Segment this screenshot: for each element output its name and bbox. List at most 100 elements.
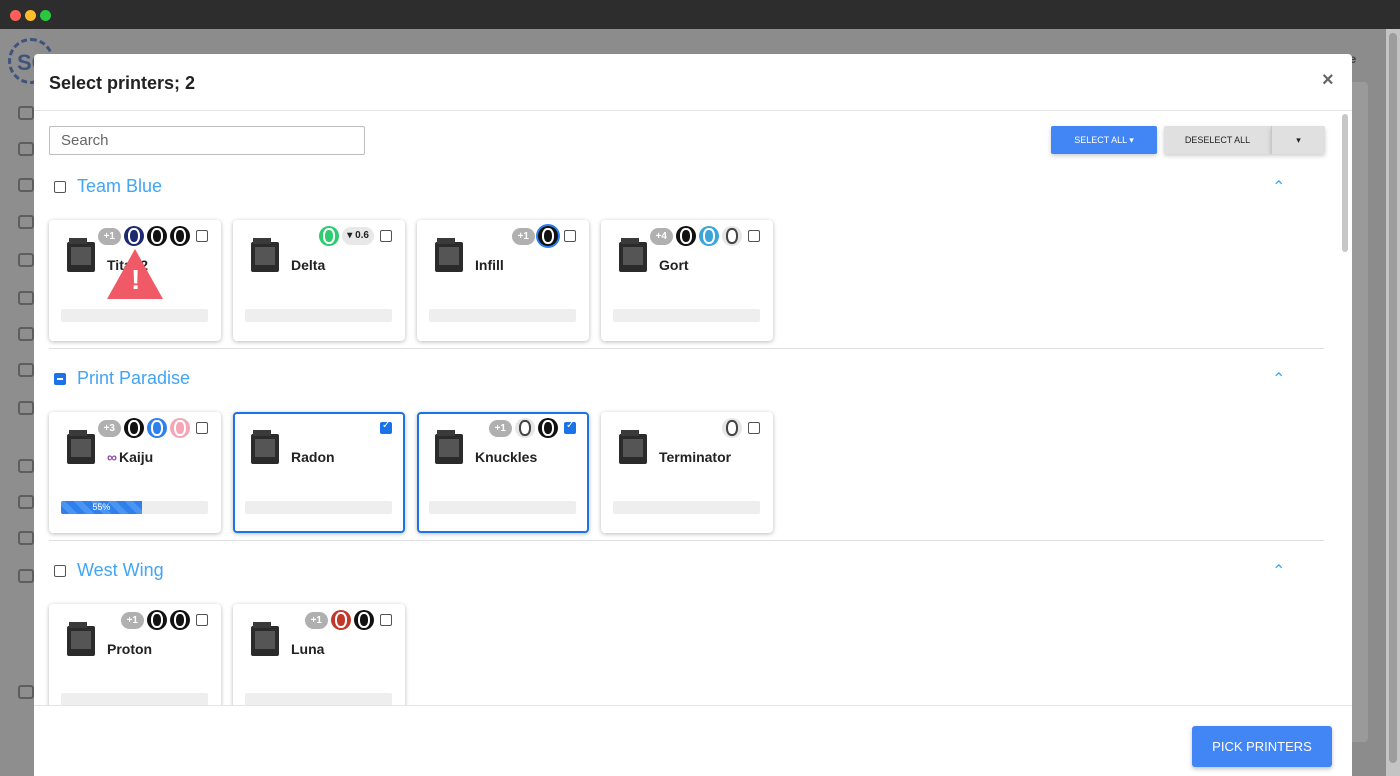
printer-card[interactable]: +1 Infill bbox=[417, 220, 589, 341]
printer-name-text: Radon bbox=[291, 449, 335, 465]
group-checkbox[interactable] bbox=[54, 373, 66, 385]
page-scrollbar-thumb[interactable] bbox=[1389, 33, 1397, 763]
spool-core bbox=[542, 228, 554, 244]
infinity-icon: ∞ bbox=[107, 449, 117, 465]
chevron-up-icon[interactable]: ⌃ bbox=[1272, 177, 1285, 197]
deselect-dropdown-toggle[interactable]: ▾ bbox=[1271, 126, 1325, 154]
printer-checkbox[interactable] bbox=[196, 422, 208, 434]
spool-icon bbox=[124, 418, 144, 438]
sidebar-chart-icon[interactable] bbox=[18, 215, 34, 229]
printer-image bbox=[431, 428, 467, 468]
dialog-footer: PICK PRINTERS bbox=[34, 705, 1352, 776]
spool-icon bbox=[722, 226, 742, 246]
group-header: Team Blue ⌃ bbox=[49, 174, 1319, 202]
printer-card[interactable]: ▾ 0.6 Delta bbox=[233, 220, 405, 341]
printer-image bbox=[63, 428, 99, 468]
sidebar-briefcase-icon[interactable] bbox=[18, 685, 34, 699]
select-all-button[interactable]: SELECT ALL ▾ bbox=[1051, 126, 1157, 154]
sidebar-dashboard-icon[interactable] bbox=[18, 106, 34, 120]
filament-badges: ▾ 0.6 bbox=[319, 226, 374, 246]
chevron-up-icon[interactable]: ⌃ bbox=[1272, 369, 1285, 389]
printer-checkbox[interactable] bbox=[380, 614, 392, 626]
deselect-all-button[interactable]: DESELECT ALL bbox=[1164, 126, 1271, 154]
printer-checkbox[interactable] bbox=[564, 230, 576, 242]
filament-badges: +4 bbox=[649, 226, 742, 246]
filament-badges: +1 bbox=[120, 610, 190, 630]
spool-icon bbox=[538, 418, 558, 438]
printer-card[interactable]: +4 Gort bbox=[601, 220, 773, 341]
spool-core bbox=[542, 420, 554, 436]
progress-bar bbox=[429, 501, 576, 514]
printer-name-text: Proton bbox=[107, 641, 153, 657]
printer-checkbox[interactable] bbox=[380, 230, 392, 242]
printer-name-text: Knuckles bbox=[475, 449, 538, 465]
printer-name-text: Gort bbox=[659, 257, 689, 273]
filament-badges: +1 bbox=[304, 610, 374, 630]
printer-checkbox[interactable] bbox=[748, 422, 760, 434]
extra-spools-badge: +1 bbox=[488, 419, 512, 437]
printer-card[interactable]: +1 Luna bbox=[233, 604, 405, 705]
progress-bar bbox=[61, 309, 208, 322]
printer-image bbox=[615, 236, 651, 276]
sidebar-gears-icon[interactable] bbox=[18, 531, 34, 545]
spool-core bbox=[323, 228, 336, 244]
sidebar bbox=[0, 29, 34, 776]
minimize-window-icon[interactable] bbox=[25, 10, 36, 21]
group-checkbox[interactable] bbox=[54, 181, 66, 193]
page-scrollbar[interactable] bbox=[1386, 29, 1400, 776]
printer-card[interactable]: Radon bbox=[233, 412, 405, 533]
spool-core bbox=[519, 420, 531, 436]
spool-icon bbox=[170, 226, 190, 246]
printer-checkbox[interactable] bbox=[564, 420, 576, 434]
dialog-scrollbar[interactable] bbox=[1340, 114, 1350, 704]
printer-card[interactable]: +1 Proton bbox=[49, 604, 221, 705]
sidebar-box-icon[interactable] bbox=[18, 327, 34, 341]
printer-image bbox=[247, 428, 283, 468]
sidebar-folder-icon[interactable] bbox=[18, 142, 34, 156]
printer-checkbox[interactable] bbox=[748, 230, 760, 242]
sidebar-school-icon[interactable] bbox=[18, 401, 34, 415]
spool-icon bbox=[515, 418, 535, 438]
sidebar-users-icon[interactable] bbox=[18, 495, 34, 509]
printer-checkbox[interactable] bbox=[196, 230, 208, 242]
sidebar-sliders-icon[interactable] bbox=[18, 459, 34, 473]
group-label[interactable]: West Wing bbox=[77, 560, 164, 581]
printer-name: Radon bbox=[291, 449, 335, 465]
zoom-window-icon[interactable] bbox=[40, 10, 51, 21]
sidebar-gift-icon[interactable] bbox=[18, 569, 34, 583]
sidebar-list-icon[interactable] bbox=[18, 178, 34, 192]
extra-spools-badge: +1 bbox=[511, 227, 535, 245]
filament-badges: +1 bbox=[97, 226, 190, 246]
group-label[interactable]: Team Blue bbox=[77, 176, 162, 197]
pick-printers-button[interactable]: PICK PRINTERS bbox=[1192, 726, 1332, 767]
close-window-icon[interactable] bbox=[10, 10, 21, 21]
printer-checkbox[interactable] bbox=[196, 614, 208, 626]
spool-core bbox=[174, 612, 186, 628]
printer-card[interactable]: +1 Titan2! bbox=[49, 220, 221, 341]
spool-icon bbox=[699, 226, 719, 246]
printer-card[interactable]: +3 ∞ Kaiju 55% bbox=[49, 412, 221, 533]
group-checkbox[interactable] bbox=[54, 565, 66, 577]
spool-icon bbox=[331, 610, 351, 630]
chevron-up-icon[interactable]: ⌃ bbox=[1272, 561, 1285, 581]
group-label[interactable]: Print Paradise bbox=[77, 368, 190, 389]
spool-core bbox=[151, 612, 163, 628]
sidebar-wrench-icon[interactable] bbox=[18, 363, 34, 377]
spool-icon bbox=[722, 418, 742, 438]
printer-name: Gort bbox=[659, 257, 689, 273]
sidebar-map-icon[interactable] bbox=[18, 291, 34, 305]
progress-bar bbox=[61, 693, 208, 705]
search-input[interactable] bbox=[49, 126, 365, 155]
printer-name-text: Terminator bbox=[659, 449, 732, 465]
sidebar-hand-icon[interactable] bbox=[18, 253, 34, 267]
spool-core bbox=[726, 228, 738, 244]
spool-core bbox=[128, 420, 140, 436]
printer-name-text: Luna bbox=[291, 641, 325, 657]
close-icon[interactable]: × bbox=[1322, 69, 1334, 92]
dialog-body: SELECT ALL ▾ DESELECT ALL ▾ Team Blue ⌃ +1… bbox=[34, 112, 1352, 705]
printer-checkbox[interactable] bbox=[380, 420, 392, 434]
background-panel bbox=[1352, 82, 1368, 742]
printer-card[interactable]: Terminator bbox=[601, 412, 773, 533]
printer-card[interactable]: +1 Knuckles bbox=[417, 412, 589, 533]
dialog-scrollbar-thumb[interactable] bbox=[1342, 114, 1348, 252]
